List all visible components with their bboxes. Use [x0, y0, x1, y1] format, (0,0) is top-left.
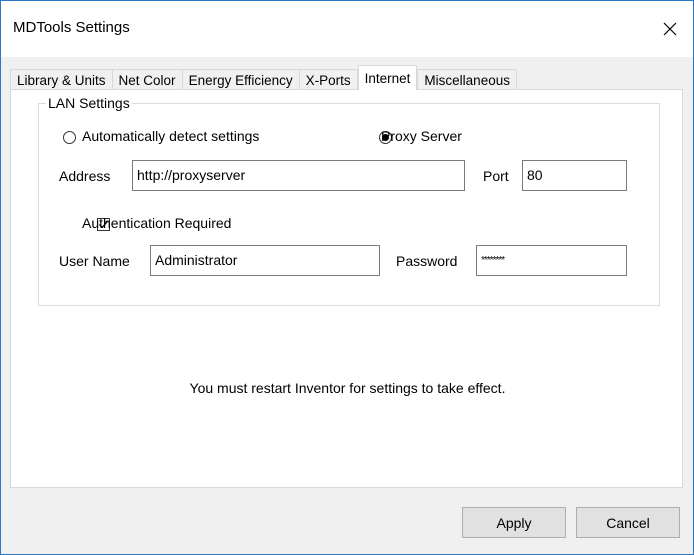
lan-settings-label: LAN Settings: [46, 95, 132, 111]
internet-tab-panel: LAN Settings Automatically detect settin…: [10, 89, 683, 488]
tab-miscellaneous[interactable]: Miscellaneous: [417, 69, 517, 90]
username-input[interactable]: Administrator: [150, 245, 380, 276]
dialog-client-area: Library & Units Net Color Energy Efficie…: [1, 57, 693, 554]
tab-energy-efficiency[interactable]: Energy Efficiency: [181, 69, 300, 90]
lan-settings-group: LAN Settings Automatically detect settin…: [38, 95, 660, 306]
title-bar: MDTools Settings: [1, 1, 693, 57]
auto-detect-radio[interactable]: [63, 131, 76, 144]
password-label: Password: [396, 253, 458, 269]
username-label: User Name: [59, 253, 130, 269]
tab-x-ports[interactable]: X-Ports: [298, 69, 358, 90]
settings-window: MDTools Settings Library & Units Net Col…: [0, 0, 694, 555]
apply-button[interactable]: Apply: [462, 507, 566, 538]
tab-strip: Library & Units Net Color Energy Efficie…: [10, 63, 517, 90]
tab-library-units[interactable]: Library & Units: [10, 69, 113, 90]
address-label: Address: [59, 168, 111, 184]
authentication-label[interactable]: Authentication Required: [82, 215, 231, 231]
restart-notice: You must restart Inventor for settings t…: [189, 380, 506, 396]
tab-internet[interactable]: Internet: [357, 65, 418, 90]
address-input[interactable]: http://proxyserver: [132, 160, 465, 191]
proxy-server-label[interactable]: Proxy Server: [381, 128, 462, 144]
window-title: MDTools Settings: [13, 19, 130, 36]
password-input[interactable]: ********: [476, 245, 627, 276]
close-icon: [663, 22, 677, 36]
cancel-button[interactable]: Cancel: [576, 507, 680, 538]
auto-detect-label[interactable]: Automatically detect settings: [82, 128, 259, 144]
tab-net-color[interactable]: Net Color: [111, 69, 183, 90]
port-label: Port: [483, 168, 509, 184]
port-input[interactable]: 80: [522, 160, 627, 191]
close-button[interactable]: [647, 1, 693, 57]
